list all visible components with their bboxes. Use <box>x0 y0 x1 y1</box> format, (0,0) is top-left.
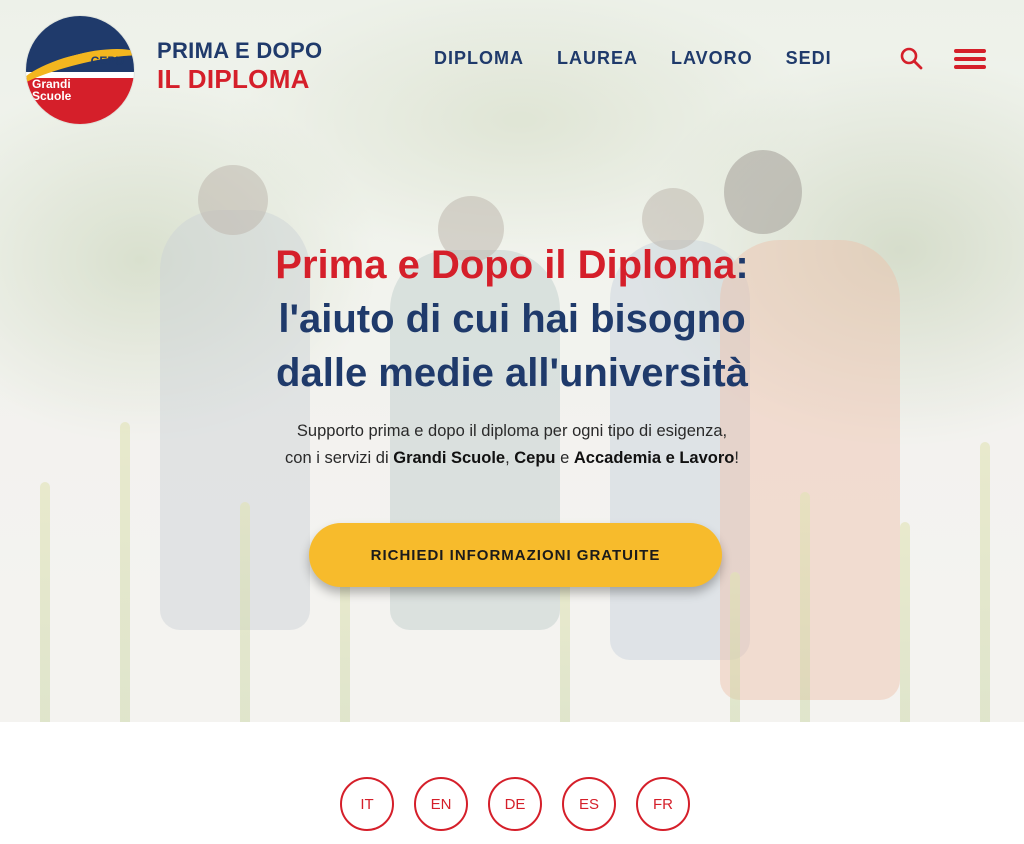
hero-title-line-2: l'aiuto di cui hai bisogno <box>278 297 746 341</box>
logo[interactable]: CEPU Grandi Scuole <box>26 16 134 124</box>
brand-accademia-e-lavoro: Accademia e Lavoro <box>573 449 735 467</box>
hero-title-line-3: dalle medie all'università <box>276 351 748 395</box>
language-fr-button[interactable]: FR <box>636 777 690 831</box>
hero-subtitle: Supporto prima e dopo il diploma per ogn… <box>285 422 739 467</box>
main-nav: DIPLOMA LAUREA LAVORO SEDI <box>434 48 865 69</box>
hero-title: Prima e Dopo il Diploma: l'aiuto di cui … <box>275 243 749 395</box>
brand-line-2: IL DIPLOMA <box>157 64 310 94</box>
nav-item-lavoro[interactable]: LAVORO <box>671 48 753 69</box>
request-info-button[interactable]: RICHIEDI INFORMAZIONI GRATUITE <box>309 523 722 587</box>
brand-grandi-scuole: Grandi Scuole <box>393 449 506 467</box>
brand-title[interactable]: PRIMA E DOPO IL DIPLOMA <box>157 38 322 94</box>
language-de-button[interactable]: DE <box>488 777 542 831</box>
language-selector: IT EN DE ES FR <box>340 777 710 831</box>
hero-section: CEPU Grandi Scuole PRIMA E DOPO IL DIPLO… <box>0 0 1024 722</box>
logo-grandi-scuole-text: Grandi Scuole <box>32 77 72 103</box>
language-it-button[interactable]: IT <box>340 777 394 831</box>
language-en-button[interactable]: EN <box>414 777 468 831</box>
brand-cepu: Cepu <box>514 449 556 467</box>
brand-line-1: PRIMA E DOPO <box>157 38 323 63</box>
hero-title-highlight: Prima e Dopo il Diploma <box>275 243 736 287</box>
nav-item-laurea[interactable]: LAUREA <box>557 48 638 69</box>
logo-cepu-text: CEPU <box>90 54 124 68</box>
hamburger-menu-icon[interactable] <box>954 49 986 69</box>
language-es-button[interactable]: ES <box>562 777 616 831</box>
nav-item-diploma[interactable]: DIPLOMA <box>434 48 524 69</box>
nav-item-sedi[interactable]: SEDI <box>786 48 832 69</box>
search-icon[interactable] <box>899 46 923 70</box>
